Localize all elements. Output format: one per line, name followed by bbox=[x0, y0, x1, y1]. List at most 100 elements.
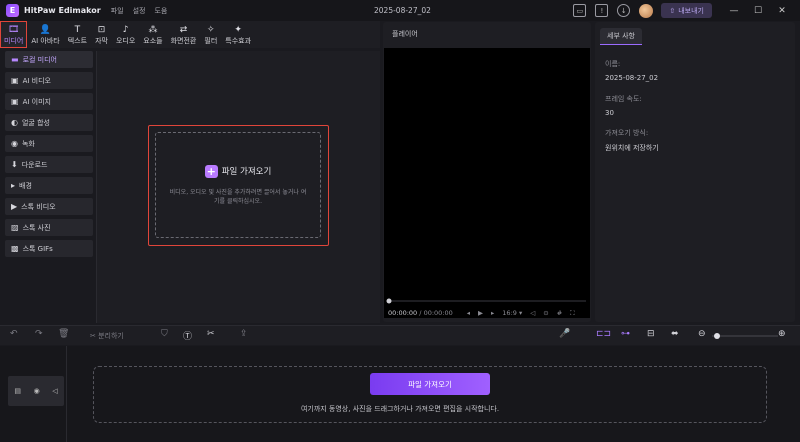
import-dropzone[interactable]: + 파일 가져오기 비디오, 오디오 및 사진을 추가하려면 끌어서 놓거나 여… bbox=[155, 132, 321, 238]
subtitle-icon: ⊡ bbox=[97, 25, 106, 35]
menu-settings[interactable]: 설정 bbox=[133, 6, 146, 16]
zoom-out-icon[interactable]: ⊖ bbox=[698, 329, 706, 339]
expand-icon[interactable]: ⬌ bbox=[671, 329, 679, 339]
import-title[interactable]: + 파일 가져오기 bbox=[204, 164, 271, 178]
close-icon[interactable]: ✕ bbox=[776, 6, 788, 16]
sidebar-item-ai-image[interactable]: ▣ AI 이미지 bbox=[5, 93, 93, 110]
play-icon[interactable]: ▶ bbox=[478, 309, 483, 317]
menu-help[interactable]: 도움 bbox=[154, 6, 167, 16]
snapshot-icon[interactable]: ⊙ bbox=[543, 309, 548, 317]
seek-handle[interactable] bbox=[386, 298, 392, 304]
ai-image-icon: ▣ bbox=[11, 97, 19, 106]
sidebar-item-stock-photo[interactable]: ▨ 스톡 사진 bbox=[5, 219, 93, 236]
toolbar-media[interactable]: 🎞 미디어 bbox=[0, 21, 28, 48]
toolbar-label: 요소들 bbox=[143, 37, 163, 45]
time-total: 00:00:00 bbox=[423, 309, 453, 317]
text-icon: T bbox=[74, 25, 81, 35]
aspect-ratio[interactable]: 16:9 ▾ bbox=[502, 309, 522, 317]
sidebar-item-stock-video[interactable]: ▶ 스톡 비디오 bbox=[5, 198, 93, 215]
effects-icon: ✦ bbox=[234, 25, 242, 35]
plus-icon: + bbox=[204, 164, 218, 178]
export-icon: ⇧ bbox=[669, 6, 676, 15]
filter-icon: ✧ bbox=[207, 25, 215, 35]
visibility-icon[interactable]: ◉ bbox=[34, 387, 40, 395]
export-button[interactable]: ⇧ 내보내기 bbox=[661, 3, 712, 18]
toolbar-label: 특수효과 bbox=[225, 37, 252, 45]
sidebar-item-face-swap[interactable]: ◐ 얼굴 합성 bbox=[5, 114, 93, 131]
record-icon: ◉ bbox=[11, 139, 18, 148]
toolbar-label: 미디어 bbox=[4, 37, 24, 45]
toolbar-text[interactable]: T 텍스트 bbox=[64, 21, 91, 48]
text-tool-icon[interactable]: Ⓣ bbox=[183, 329, 192, 342]
microphone-icon[interactable]: 🎤 bbox=[559, 329, 570, 339]
split-button[interactable]: ✂ 분리하기 bbox=[90, 331, 124, 341]
monitor-icon[interactable]: ▭ bbox=[573, 4, 587, 17]
main-toolbar: 🎞 미디어 👤 AI 아바타 T 텍스트 ⊡ 자막 ♪ 오디오 ⁂ 요소들 ⇄ 화면전환 ✧ 필터 ✦ 특수효과 bbox=[0, 21, 380, 48]
sidebar-item-label: 스톡 비디오 bbox=[21, 202, 56, 211]
detail-name: 이름: 2025-08-27_02 bbox=[605, 59, 658, 82]
sidebar-item-record[interactable]: ◉ 녹화 bbox=[5, 135, 93, 152]
toolbar-transition[interactable]: ⇄ 화면전환 bbox=[167, 21, 201, 48]
snap-icon[interactable]: ⊶ bbox=[621, 329, 630, 339]
detail-import-mode-label: 가져오기 방식: bbox=[605, 129, 649, 137]
detail-framerate-label: 프레임 속도: bbox=[605, 95, 642, 103]
grid-icon[interactable]: # bbox=[557, 309, 562, 317]
feedback-icon[interactable]: ! bbox=[595, 4, 609, 17]
app-name: HitPaw Edimakor bbox=[24, 6, 101, 15]
toolbar-audio[interactable]: ♪ 오디오 bbox=[112, 21, 139, 48]
details-panel: 세부 사항 이름: 2025-08-27_02 프레임 속도: 30 가져오기 … bbox=[595, 22, 795, 322]
minimize-icon[interactable]: — bbox=[728, 6, 740, 16]
split-label: 분리하기 bbox=[98, 332, 124, 340]
fit-icon[interactable]: ⊟ bbox=[647, 329, 655, 339]
sidebar-item-folder[interactable]: ▬ 로컬 미디어 bbox=[5, 51, 93, 68]
stock-video-icon: ▶ bbox=[11, 202, 18, 211]
media-icon: 🎞 bbox=[7, 25, 20, 35]
delete-icon[interactable]: 🗑 bbox=[58, 329, 69, 339]
tab-details[interactable]: 세부 사항 bbox=[600, 28, 642, 45]
toolbar-effects[interactable]: ✦ 특수효과 bbox=[221, 21, 255, 48]
undo-icon[interactable]: ↶ bbox=[10, 329, 18, 339]
toolbar-elements[interactable]: ⁂ 요소들 bbox=[139, 21, 166, 48]
maximize-icon[interactable]: ☐ bbox=[752, 6, 764, 16]
detail-name-label: 이름: bbox=[605, 60, 621, 68]
sidebar-item-ai-video[interactable]: ▣ AI 비디오 bbox=[5, 72, 93, 89]
sidebar-item-stock-gif[interactable]: ▩ 스톡 GIFs bbox=[5, 240, 93, 257]
zoom-slider[interactable] bbox=[710, 331, 780, 341]
timeline-hint: 여기까지 동영상, 사진을 드래그하거나 가져오면 편집을 시작합니다. bbox=[300, 405, 500, 413]
sidebar-item-label: 스톡 GIFs bbox=[22, 244, 53, 253]
sidebar-item-background[interactable]: ▸ 배경 bbox=[5, 177, 93, 194]
audio-icon: ♪ bbox=[122, 25, 129, 35]
document-title: 2025-08-27_02 bbox=[374, 6, 431, 15]
export-clip-icon[interactable]: ⇪ bbox=[240, 329, 248, 339]
menu-bar: 파일 설정 도움 bbox=[111, 6, 168, 16]
mute-icon[interactable]: ◁ bbox=[52, 387, 57, 395]
detail-import-mode: 가져오기 방식: 원위치에 저장하기 bbox=[605, 128, 659, 153]
zoom-in-icon[interactable]: ⊕ bbox=[778, 329, 786, 339]
zoom-handle[interactable] bbox=[714, 333, 720, 339]
import-area[interactable]: + 파일 가져오기 비디오, 오디오 및 사진을 추가하려면 끌어서 놓거나 여… bbox=[148, 125, 329, 246]
avatar[interactable] bbox=[639, 3, 654, 18]
sidebar-item-label: 녹화 bbox=[21, 139, 35, 148]
timeline-import-button[interactable]: 파일 가져오기 bbox=[370, 373, 490, 395]
stock-gif-icon: ▩ bbox=[11, 244, 19, 253]
aspect-label: 16:9 bbox=[502, 309, 517, 317]
link-icon[interactable]: ⊏⊐ bbox=[596, 329, 611, 339]
next-frame-icon[interactable]: ▸ bbox=[491, 309, 494, 317]
toolbar-label: 자막 bbox=[95, 37, 108, 45]
toolbar-filter[interactable]: ✧ 필터 bbox=[200, 21, 221, 48]
volume-icon[interactable]: ◁ bbox=[530, 309, 535, 317]
toolbar-subtitle[interactable]: ⊡ 자막 bbox=[91, 21, 112, 48]
fullscreen-icon[interactable]: ⛶ bbox=[570, 309, 575, 318]
cut-icon[interactable]: ✂ bbox=[207, 329, 215, 339]
toolbar-ai-avatar[interactable]: 👤 AI 아바타 bbox=[27, 21, 63, 48]
menu-file[interactable]: 파일 bbox=[111, 6, 124, 16]
detail-name-value: 2025-08-27_02 bbox=[605, 74, 659, 82]
redo-icon[interactable]: ↷ bbox=[35, 329, 43, 339]
shield-icon[interactable]: ⛉ bbox=[161, 329, 168, 339]
download-icon[interactable]: ↓ bbox=[617, 4, 631, 17]
download-icon: ⬇ bbox=[11, 160, 18, 169]
sidebar-item-download[interactable]: ⬇ 다운로드 bbox=[5, 156, 93, 173]
background-icon: ▸ bbox=[11, 181, 16, 190]
video-preview bbox=[384, 48, 590, 318]
prev-frame-icon[interactable]: ◂ bbox=[467, 309, 470, 317]
